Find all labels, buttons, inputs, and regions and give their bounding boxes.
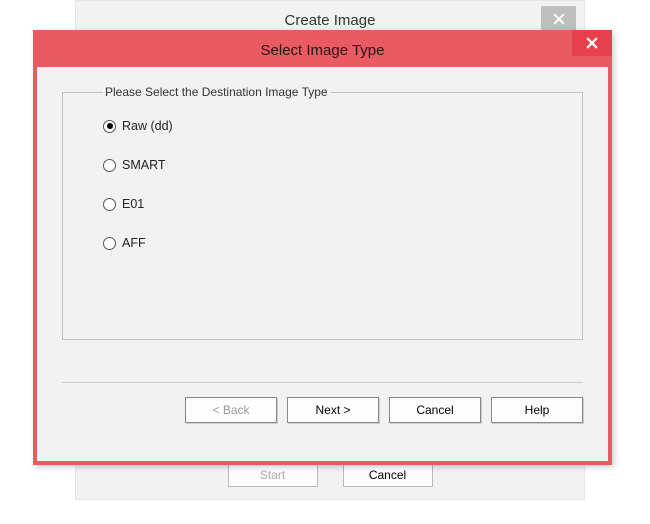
- radio-raw-dd[interactable]: Raw (dd): [103, 119, 542, 133]
- group-legend: Please Select the Destination Image Type: [103, 85, 330, 99]
- radio-indicator: [103, 159, 116, 172]
- modal-title-bar: Select Image Type: [37, 34, 608, 67]
- parent-close-button[interactable]: [541, 6, 576, 31]
- modal-button-row: < Back Next > Cancel Help: [37, 383, 608, 423]
- close-icon: [586, 37, 598, 49]
- parent-button-row: Start Cancel: [76, 463, 584, 487]
- radio-e01[interactable]: E01: [103, 197, 542, 211]
- back-button[interactable]: < Back: [185, 397, 277, 423]
- image-type-group: Please Select the Destination Image Type…: [62, 85, 583, 340]
- select-image-type-dialog: Select Image Type Please Select the Dest…: [33, 30, 612, 465]
- next-button[interactable]: Next >: [287, 397, 379, 423]
- radio-indicator: [103, 237, 116, 250]
- radio-label: Raw (dd): [122, 119, 173, 133]
- radio-label: E01: [122, 197, 144, 211]
- radio-label: AFF: [122, 236, 146, 250]
- radio-aff[interactable]: AFF: [103, 236, 542, 250]
- radio-smart[interactable]: SMART: [103, 158, 542, 172]
- cancel-button[interactable]: Cancel: [389, 397, 481, 423]
- parent-title: Create Image: [285, 12, 376, 29]
- modal-body: Please Select the Destination Image Type…: [37, 67, 608, 340]
- parent-cancel-button[interactable]: Cancel: [343, 463, 433, 487]
- radio-indicator: [103, 120, 116, 133]
- radio-list: Raw (dd) SMART E01 AFF: [103, 109, 542, 250]
- radio-label: SMART: [122, 158, 166, 172]
- start-button[interactable]: Start: [228, 463, 318, 487]
- help-button[interactable]: Help: [491, 397, 583, 423]
- radio-indicator: [103, 198, 116, 211]
- close-icon: [553, 13, 565, 25]
- modal-title: Select Image Type: [261, 42, 385, 59]
- modal-close-button[interactable]: [572, 30, 612, 56]
